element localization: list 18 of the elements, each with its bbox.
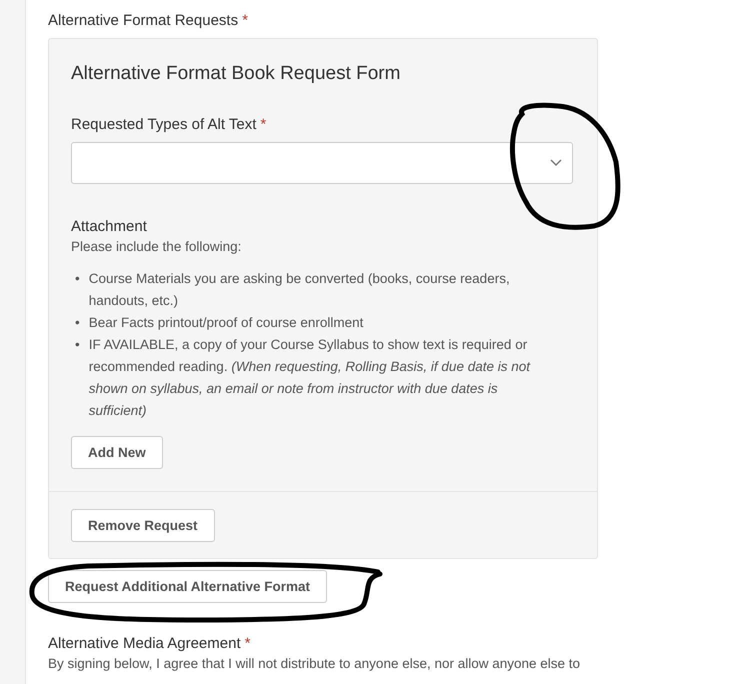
attachment-hint: Please include the following:: [71, 239, 242, 254]
agreement-text: By signing below, I agree that I will not distribute to anyone else, nor allow anyone else to: [48, 656, 580, 671]
add-request-button[interactable]: Request Additional Alternative Format: [48, 570, 328, 603]
section-label: Alternative Format Requests *: [48, 12, 248, 29]
add-new-button[interactable]: Add New: [71, 436, 163, 469]
attachment-label: Attachment: [71, 218, 147, 235]
requirement-item: Course Materials you are asking be converted (books, course readers, handouts, etc.): [88, 270, 511, 310]
bullet: •: [75, 270, 80, 288]
bullet: •: [75, 336, 80, 354]
select-field[interactable]: [71, 142, 573, 184]
remove-request-button[interactable]: Remove Request: [71, 509, 215, 542]
agreement-label: Alternative Media Agreement *: [48, 635, 250, 652]
requirement-item: IF AVAILABLE, a copy of your Course Syllabus to show text is required or recommended reading. (When requesting, Rolling Basis, if due date is not shown on syllabus, an email or note from instructor with due dates is sufficient): [88, 336, 532, 420]
chevron-down-icon: [550, 159, 562, 167]
form-title: Alternative Format Book Request Form: [71, 63, 400, 85]
bullet: •: [75, 314, 80, 332]
field-label: Requested Types of Alt Text *: [71, 116, 266, 133]
requirement-item: Bear Facts printout/proof of course enrollment: [88, 314, 364, 332]
